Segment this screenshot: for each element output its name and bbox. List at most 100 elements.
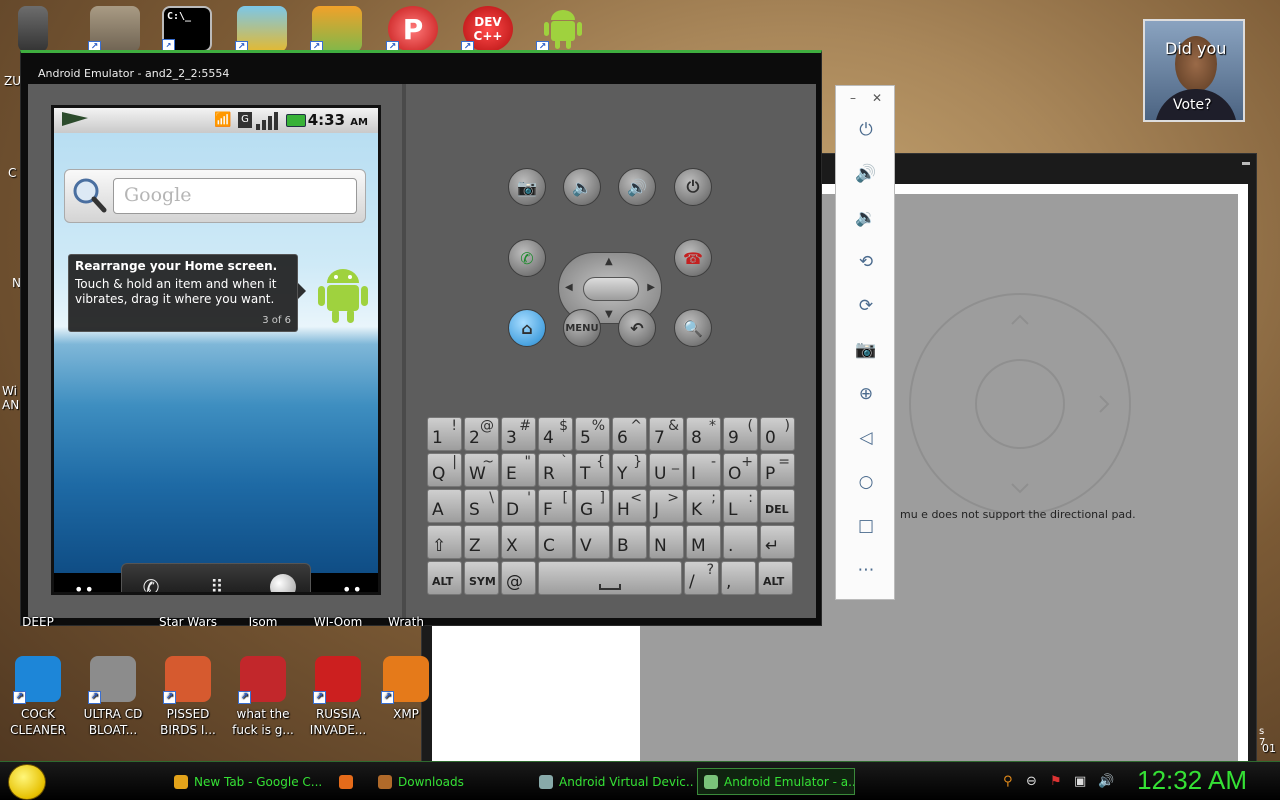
- key[interactable]: ALT: [427, 561, 462, 595]
- desktop-icon-devcpp[interactable]: DEV C++ ↗: [461, 6, 513, 54]
- key[interactable]: SYM: [464, 561, 499, 595]
- desktop-icon-left-figure[interactable]: [18, 6, 48, 52]
- key[interactable]: ↵: [760, 525, 795, 559]
- key[interactable]: 2 @: [464, 417, 499, 451]
- key[interactable]: @: [501, 561, 536, 595]
- key[interactable]: 9(: [723, 417, 758, 451]
- desktop-icon-peazip[interactable]: P ↗: [386, 6, 438, 54]
- space-key[interactable]: [538, 561, 682, 595]
- rotate-left-icon[interactable]: ⟲: [851, 247, 881, 277]
- key[interactable]: A: [427, 489, 462, 523]
- rotate-right-icon[interactable]: ⟳: [851, 291, 881, 321]
- page-indicator-left[interactable]: ••: [74, 580, 95, 592]
- key[interactable]: P =: [760, 453, 795, 487]
- key[interactable]: J >: [649, 489, 684, 523]
- end-call-button[interactable]: ☎: [674, 239, 712, 277]
- key[interactable]: R `: [538, 453, 573, 487]
- phone-screen[interactable]: 📶 G 4:33 AM Google Rearrange your Home s…: [51, 105, 381, 595]
- key[interactable]: 7 &: [649, 417, 684, 451]
- desktop-icon[interactable]: ↗ what the fuck is g...: [225, 656, 301, 738]
- taskbar-button[interactable]: Android Virtual Devic...: [533, 768, 693, 795]
- minimize-icon[interactable]: –: [850, 91, 856, 105]
- search-tray-icon[interactable]: ⚲: [1003, 774, 1013, 789]
- key[interactable]: Z: [464, 525, 499, 559]
- home-button[interactable]: ⌂: [508, 309, 546, 347]
- start-button-smiley-icon[interactable]: [8, 764, 46, 800]
- key[interactable]: /?: [684, 561, 719, 595]
- taskbar-button[interactable]: [333, 768, 367, 795]
- menu-button[interactable]: MENU: [563, 309, 601, 347]
- language-tray-icon[interactable]: ⊖: [1026, 774, 1037, 789]
- key[interactable]: G]: [575, 489, 610, 523]
- key[interactable]: 6 ^: [612, 417, 647, 451]
- call-button[interactable]: ✆: [508, 239, 546, 277]
- back-triangle-icon[interactable]: ◁: [851, 423, 881, 453]
- taskbar-clock[interactable]: 12:32 AM: [1137, 765, 1247, 796]
- browser-globe-icon[interactable]: [258, 570, 308, 592]
- key[interactable]: 0): [760, 417, 795, 451]
- desktop-icon[interactable]: ↗ PISSED BIRDS I...: [150, 656, 226, 738]
- search-button[interactable]: 🔍: [674, 309, 712, 347]
- google-search-widget[interactable]: Google: [64, 169, 366, 223]
- key[interactable]: O +: [723, 453, 758, 487]
- did-you-vote-gadget[interactable]: Did you Vote?: [1143, 19, 1245, 122]
- taskbar-button[interactable]: Android Emulator - a...: [697, 768, 855, 795]
- dpad-up-icon[interactable]: ▲: [605, 256, 613, 267]
- key[interactable]: 1!: [427, 417, 462, 451]
- desktop-icon[interactable]: ↗ ULTRA CD BLOAT...: [75, 656, 151, 738]
- desktop-icon[interactable]: ↗ RUSSIA INVADE...: [300, 656, 376, 738]
- key[interactable]: L:: [723, 489, 758, 523]
- power-icon[interactable]: ⏻: [851, 115, 881, 145]
- key[interactable]: 8 *: [686, 417, 721, 451]
- key[interactable]: F[: [538, 489, 573, 523]
- key[interactable]: N: [649, 525, 684, 559]
- key[interactable]: Y}: [612, 453, 647, 487]
- zoom-icon[interactable]: ⊕: [851, 379, 881, 409]
- key[interactable]: Q |: [427, 453, 462, 487]
- home-circle-icon[interactable]: ○: [851, 467, 881, 497]
- key[interactable]: .: [723, 525, 758, 559]
- back-button[interactable]: ↶: [618, 309, 656, 347]
- network-flag-tray-icon[interactable]: ⚑: [1050, 774, 1062, 789]
- desktop-icon-photo-viewer[interactable]: ↗: [235, 6, 287, 54]
- home-tip-bubble[interactable]: Rearrange your Home screen. Touch & hold…: [68, 254, 306, 332]
- monitor-tray-icon[interactable]: ▣: [1074, 774, 1086, 789]
- volume-down-icon[interactable]: 🔉: [851, 203, 881, 233]
- phone-icon[interactable]: ✆: [126, 570, 176, 592]
- key[interactable]: ⇧: [427, 525, 462, 559]
- dpad-left-icon[interactable]: ◀: [565, 282, 573, 293]
- key[interactable]: X: [501, 525, 536, 559]
- key[interactable]: H <: [612, 489, 647, 523]
- taskbar-button[interactable]: New Tab - Google C...: [168, 768, 330, 795]
- volume-down-button[interactable]: 🔈: [563, 168, 601, 206]
- volume-tray-icon[interactable]: 🔊: [1098, 774, 1114, 789]
- page-indicator-right[interactable]: ••: [342, 580, 363, 592]
- more-icon[interactable]: ⋯: [851, 555, 881, 585]
- key[interactable]: 3 #: [501, 417, 536, 451]
- desktop-icon-documents[interactable]: ↗: [88, 6, 140, 54]
- key[interactable]: U _: [649, 453, 684, 487]
- desktop-icon[interactable]: ↗ XMP: [368, 656, 444, 722]
- desktop-icon[interactable]: ↗ COCK CLEANER: [0, 656, 76, 738]
- taskbar-button[interactable]: Downloads: [372, 768, 527, 795]
- key[interactable]: V: [575, 525, 610, 559]
- minimize-icon[interactable]: [1242, 162, 1250, 165]
- dpad-center-button[interactable]: [583, 277, 639, 301]
- camera-button[interactable]: 📷: [508, 168, 546, 206]
- key[interactable]: B: [612, 525, 647, 559]
- key[interactable]: E ": [501, 453, 536, 487]
- volume-up-button[interactable]: 🔊: [618, 168, 656, 206]
- volume-up-icon[interactable]: 🔊: [851, 159, 881, 189]
- key[interactable]: I-: [686, 453, 721, 487]
- key[interactable]: C: [538, 525, 573, 559]
- key[interactable]: K;: [686, 489, 721, 523]
- key[interactable]: W ~: [464, 453, 499, 487]
- key[interactable]: 5%: [575, 417, 610, 451]
- key[interactable]: 4 $: [538, 417, 573, 451]
- app-drawer-icon[interactable]: ⠿: [192, 570, 242, 593]
- key[interactable]: S \: [464, 489, 499, 523]
- key[interactable]: D ': [501, 489, 536, 523]
- key[interactable]: ,: [721, 561, 756, 595]
- desktop-icon-cmd[interactable]: C:\_ ↗: [162, 6, 212, 52]
- key[interactable]: M: [686, 525, 721, 559]
